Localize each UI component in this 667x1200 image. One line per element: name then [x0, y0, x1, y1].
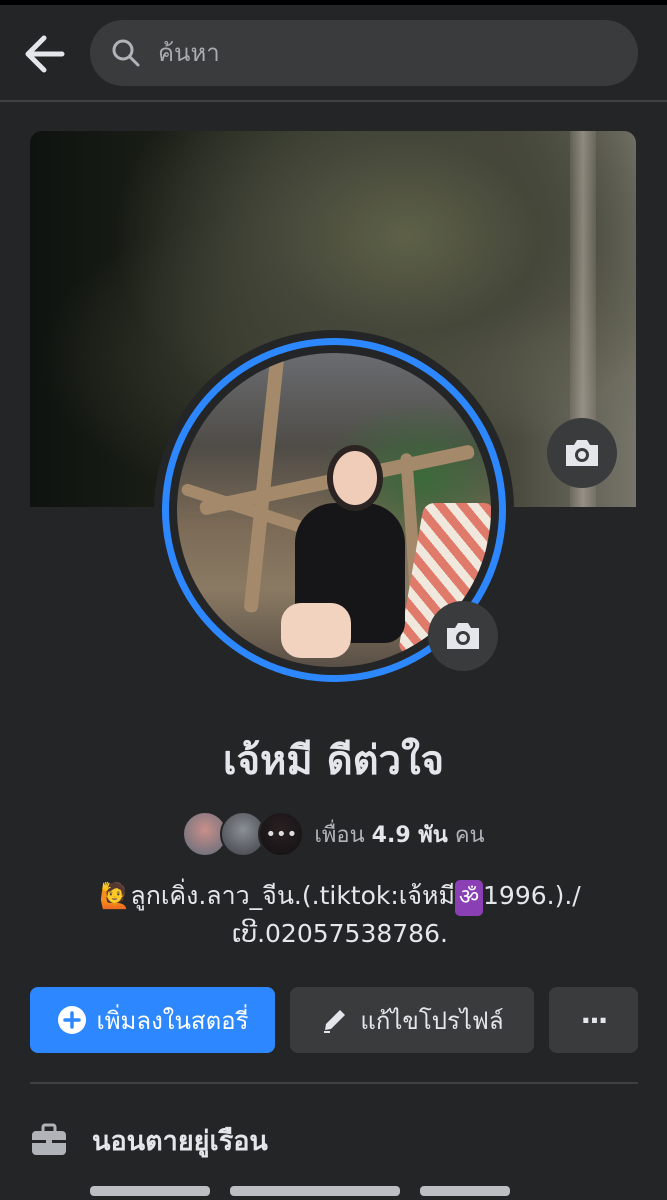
add-to-story-label: เพิ่มลงในสตอรี่: [96, 1006, 249, 1035]
top-bar: [0, 0, 667, 102]
search-input[interactable]: [156, 38, 620, 68]
divider: [30, 1082, 638, 1084]
friends-count: 4.9 พัน: [371, 822, 448, 848]
friends-summary[interactable]: ••• เพื่อน 4.9 พัน คน: [0, 811, 667, 857]
photo-person-legs: [281, 603, 351, 658]
peek-text: [420, 1186, 510, 1196]
photo-person-head: [327, 445, 383, 511]
bio-text-year: 1996.)./: [483, 881, 581, 910]
work-text: นอนตายยู่เรือน: [92, 1125, 268, 1157]
pencil-icon: [324, 1010, 346, 1033]
more-icon: ···: [580, 1003, 609, 1037]
cover-camera-button[interactable]: [547, 418, 617, 488]
friends-unit: คน: [454, 822, 485, 848]
bio-phone: ເບີ.02057538786.: [232, 919, 448, 948]
next-row-peek: [90, 1186, 610, 1200]
work-info[interactable]: นอนตายยู่เรือน: [30, 1115, 268, 1165]
back-button[interactable]: [18, 28, 70, 80]
friends-label: เพื่อน: [314, 822, 365, 848]
bio-emoji: 🙋: [99, 881, 131, 910]
plus-circle-icon: [57, 1006, 86, 1034]
avatar-camera-button[interactable]: [428, 601, 498, 671]
search-icon: [112, 39, 140, 67]
edit-profile-button[interactable]: แก้ไขโปรไฟล์: [290, 987, 534, 1053]
photo-beam: [243, 353, 285, 614]
peek-text: [90, 1186, 210, 1196]
add-to-story-button[interactable]: เพิ่มลงในสตอรี่: [30, 987, 275, 1053]
briefcase-icon: [32, 1123, 66, 1155]
profile-bio: 🙋ลูกเคิ่ง.ลาว_จีน.(.tiktok:เจ้หมี ॐ 1996.)…: [60, 878, 620, 952]
camera-icon: [447, 623, 479, 649]
profile-name: เจ้หมี ดีต่วใจ: [222, 738, 445, 784]
bio-text: ลูกเคิ่ง.ลาว_จีน.(.tiktok:เจ้หมี: [130, 881, 455, 910]
peek-text: [230, 1186, 400, 1196]
camera-icon: [566, 440, 598, 466]
more-options-button[interactable]: ···: [549, 987, 638, 1053]
search-bar[interactable]: [90, 20, 638, 86]
arrow-left-icon: [25, 35, 65, 73]
om-symbol-icon: ॐ: [454, 880, 484, 916]
friends-count-text: เพื่อน 4.9 พัน คน: [314, 817, 484, 852]
edit-profile-label: แก้ไขโปรไฟล์: [360, 1006, 504, 1035]
friend-avatar: •••: [258, 811, 305, 857]
